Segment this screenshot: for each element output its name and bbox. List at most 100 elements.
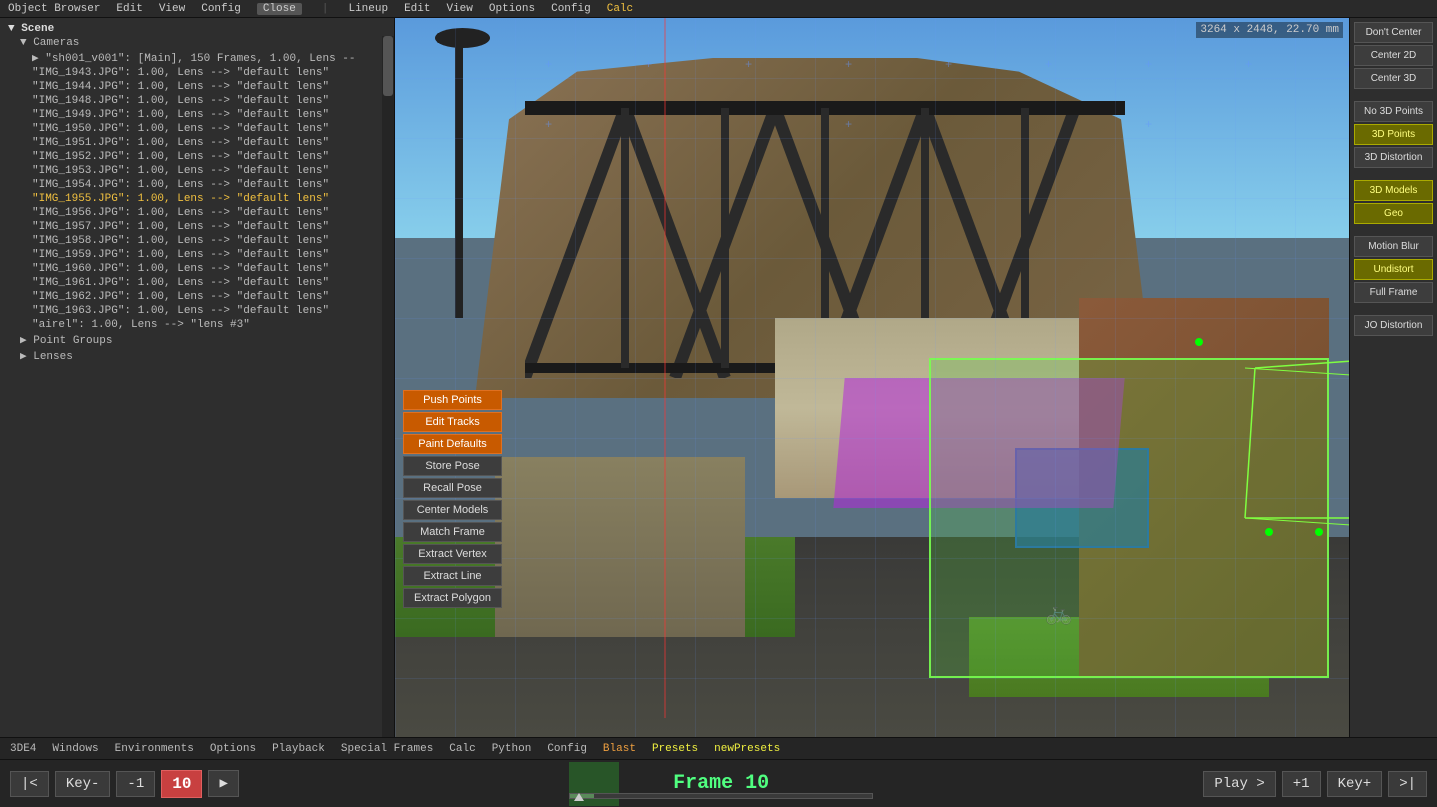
img-1950[interactable]: "IMG_1950.JPG": 1.00, Lens --> "default …: [0, 122, 394, 136]
left-panel-scrollbar[interactable]: [382, 36, 394, 759]
menu-calc[interactable]: Calc: [607, 3, 633, 15]
menu-presets[interactable]: Presets: [652, 743, 698, 755]
menu-lineup[interactable]: Lineup: [348, 3, 388, 15]
minus1-button[interactable]: -1: [116, 771, 155, 797]
img-1956[interactable]: "IMG_1956.JPG": 1.00, Lens --> "default …: [0, 206, 394, 220]
go-start-button[interactable]: |<: [10, 771, 49, 797]
menu-3de4[interactable]: 3DE4: [10, 743, 36, 755]
jo-distortion-button[interactable]: JO Distortion: [1354, 315, 1433, 336]
img-1960[interactable]: "IMG_1960.JPG": 1.00, Lens --> "default …: [0, 262, 394, 276]
menu-config-1[interactable]: Config: [201, 3, 241, 15]
go-end-button[interactable]: >|: [1388, 771, 1427, 797]
undistort-button[interactable]: Undistort: [1354, 259, 1433, 280]
menu-windows[interactable]: Windows: [52, 743, 98, 755]
img-1954[interactable]: "IMG_1954.JPG": 1.00, Lens --> "default …: [0, 178, 394, 192]
img-1951[interactable]: "IMG_1951.JPG": 1.00, Lens --> "default …: [0, 136, 394, 150]
lamp-post: [455, 38, 463, 318]
green-overlay: [929, 358, 1329, 678]
img-1963[interactable]: "IMG_1963.JPG": 1.00, Lens --> "default …: [0, 304, 394, 318]
bottom-menu: 3DE4 Windows Environments Options Playba…: [0, 737, 1437, 759]
plus1-button[interactable]: +1: [1282, 771, 1321, 797]
img-1952[interactable]: "IMG_1952.JPG": 1.00, Lens --> "default …: [0, 150, 394, 164]
menu-view-1[interactable]: View: [159, 3, 185, 15]
menu-edit-2[interactable]: Edit: [404, 3, 430, 15]
top-menu-bar: Object Browser Edit View Config Close | …: [0, 0, 1437, 18]
menu-config-bottom[interactable]: Config: [547, 743, 587, 755]
recall-pose-button[interactable]: Recall Pose: [403, 478, 502, 498]
left-panel: ▼ Scene ▼ Cameras ▶ "sh001_v001": [Main]…: [0, 18, 395, 759]
edit-tracks-button[interactable]: Edit Tracks: [403, 412, 502, 432]
airel[interactable]: "airel": 1.00, Lens --> "lens #3": [0, 318, 394, 332]
lamp-fixture: [435, 28, 490, 48]
spacer-4: [1354, 305, 1433, 313]
key-plus-button[interactable]: Key+: [1327, 771, 1383, 797]
cycle-marking: 🚲: [1045, 601, 1072, 627]
scene-label: ▼ Scene: [0, 22, 394, 36]
point-groups[interactable]: ▶ Point Groups: [0, 332, 394, 348]
spacer-2: [1354, 170, 1433, 178]
3d-distortion-button[interactable]: 3D Distortion: [1354, 147, 1433, 168]
scrollbar-thumb: [383, 36, 393, 96]
frame-number-display: 10: [161, 770, 202, 798]
img-1943[interactable]: "IMG_1943.JPG": 1.00, Lens --> "default …: [0, 66, 394, 80]
playback-controls-left: |< Key- -1 10 ▶: [0, 770, 249, 798]
playback-bar: |< Key- -1 10 ▶ Frame 10 Play > +1 Key+ …: [0, 759, 1437, 807]
3d-points-button[interactable]: 3D Points: [1354, 124, 1433, 145]
extract-vertex-button[interactable]: Extract Vertex: [403, 544, 502, 564]
cursor-button[interactable]: ▶: [208, 770, 238, 797]
menu-options-bottom[interactable]: Options: [210, 743, 256, 755]
menu-blast[interactable]: Blast: [603, 743, 636, 755]
motion-blur-button[interactable]: Motion Blur: [1354, 236, 1433, 257]
menu-calc-bottom[interactable]: Calc: [449, 743, 475, 755]
menu-options[interactable]: Options: [489, 3, 535, 15]
img-1955[interactable]: "IMG_1955.JPG": 1.00, Lens --> "default …: [0, 192, 394, 206]
paint-defaults-button[interactable]: Paint Defaults: [403, 434, 502, 454]
timeline-track[interactable]: [569, 793, 873, 799]
key-minus-button[interactable]: Key-: [55, 771, 111, 797]
geo-button[interactable]: Geo: [1354, 203, 1433, 224]
lenses[interactable]: ▶ Lenses: [0, 348, 394, 364]
main-camera[interactable]: ▶ "sh001_v001": [Main], 150 Frames, 1.00…: [0, 50, 394, 66]
center-3d-button[interactable]: Center 3D: [1354, 68, 1433, 89]
match-frame-button[interactable]: Match Frame: [403, 522, 502, 542]
frame-label: Frame 10: [259, 772, 1183, 795]
full-frame-button[interactable]: Full Frame: [1354, 282, 1433, 303]
menu-close[interactable]: Close: [257, 3, 302, 15]
img-1957[interactable]: "IMG_1957.JPG": 1.00, Lens --> "default …: [0, 220, 394, 234]
menu-object-browser[interactable]: Object Browser: [8, 3, 100, 15]
img-1949[interactable]: "IMG_1949.JPG": 1.00, Lens --> "default …: [0, 108, 394, 122]
playback-controls-right: Play > +1 Key+ >|: [1193, 771, 1437, 797]
menu-view-2[interactable]: View: [446, 3, 472, 15]
menu-special-frames[interactable]: Special Frames: [341, 743, 433, 755]
img-1961[interactable]: "IMG_1961.JPG": 1.00, Lens --> "default …: [0, 276, 394, 290]
img-1944[interactable]: "IMG_1944.JPG": 1.00, Lens --> "default …: [0, 80, 394, 94]
timeline-area: Frame 10: [249, 760, 1193, 807]
push-points-button[interactable]: Push Points: [403, 390, 502, 410]
scene-tree: ▼ Scene ▼ Cameras ▶ "sh001_v001": [Main]…: [0, 18, 394, 741]
img-1959[interactable]: "IMG_1959.JPG": 1.00, Lens --> "default …: [0, 248, 394, 262]
main-viewport[interactable]: + + + + + + + + + + + + + + + 3264 x 244…: [395, 18, 1349, 737]
spacer-3: [1354, 226, 1433, 234]
img-1958[interactable]: "IMG_1958.JPG": 1.00, Lens --> "default …: [0, 234, 394, 248]
play-button[interactable]: Play >: [1203, 771, 1275, 797]
img-1962[interactable]: "IMG_1962.JPG": 1.00, Lens --> "default …: [0, 290, 394, 304]
menu-playback[interactable]: Playback: [272, 743, 325, 755]
extract-polygon-button[interactable]: Extract Polygon: [403, 588, 502, 608]
extract-line-button[interactable]: Extract Line: [403, 566, 502, 586]
cameras-group[interactable]: ▼ Cameras: [0, 36, 394, 50]
3d-models-button[interactable]: 3D Models: [1354, 180, 1433, 201]
no-3d-points-button[interactable]: No 3D Points: [1354, 101, 1433, 122]
menu-config-2[interactable]: Config: [551, 3, 591, 15]
img-1948[interactable]: "IMG_1948.JPG": 1.00, Lens --> "default …: [0, 94, 394, 108]
store-pose-button[interactable]: Store Pose: [403, 456, 502, 476]
menu-edit-1[interactable]: Edit: [116, 3, 142, 15]
center-models-button[interactable]: Center Models: [403, 500, 502, 520]
menu-environments[interactable]: Environments: [115, 743, 194, 755]
graffiti-wall: [495, 457, 745, 637]
viewport-info: 3264 x 2448, 22.70 mm: [1196, 22, 1343, 38]
img-1953[interactable]: "IMG_1953.JPG": 1.00, Lens --> "default …: [0, 164, 394, 178]
menu-new-presets[interactable]: newPresets: [714, 743, 780, 755]
dont-center-button[interactable]: Don't Center: [1354, 22, 1433, 43]
menu-python[interactable]: Python: [492, 743, 532, 755]
center-2d-button[interactable]: Center 2D: [1354, 45, 1433, 66]
